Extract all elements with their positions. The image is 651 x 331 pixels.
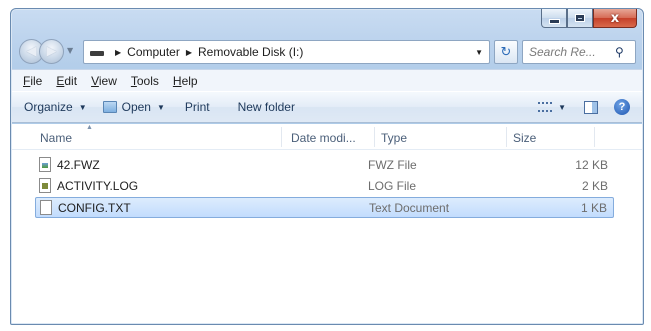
maximize-icon [575,14,585,22]
open-label: Open [121,100,151,114]
file-type: Text Document [369,201,450,215]
close-icon: x [610,10,620,26]
help-icon: ? [614,99,630,115]
refresh-icon: ↻ [500,44,512,60]
search-icon[interactable]: ⚲ [615,45,624,59]
file-list: 42.FWZ FWZ File 12 KB ACTIVITY.LOG LOG F… [12,155,642,218]
address-bar[interactable]: ▶ Computer ▶ Removable Disk (I:) ▼ [83,40,490,64]
open-icon [102,101,117,113]
file-name: 42.FWZ [57,158,100,172]
menu-tools[interactable]: Tools [124,74,166,88]
column-divider[interactable] [506,127,507,147]
column-header-type[interactable]: Type [381,131,407,145]
file-row-42-fwz[interactable]: 42.FWZ FWZ File 12 KB [35,155,614,176]
file-size: 12 KB [575,158,608,172]
column-divider[interactable] [374,127,375,147]
chevron-down-icon: ▼ [156,102,165,112]
preview-pane-icon [584,100,598,114]
column-divider[interactable] [281,127,282,147]
file-row-config-txt[interactable]: CONFIG.TXT Text Document 1 KB [35,197,614,218]
file-name: ACTIVITY.LOG [57,179,139,193]
file-size: 1 KB [580,201,607,215]
recent-pages-dropdown-icon[interactable]: ▼ [67,46,73,55]
forward-arrow-icon: ▶ [46,44,57,59]
column-header-name[interactable]: Name [40,131,72,145]
address-dropdown-icon[interactable]: ▼ [475,48,483,57]
chevron-down-icon: ▼ [558,102,566,112]
column-divider[interactable] [594,127,595,147]
search-box[interactable]: ⚲ [522,40,636,64]
help-button[interactable]: ? [608,95,636,119]
sort-ascending-icon: ▲ [86,124,93,131]
text-file-icon [40,200,52,215]
new-folder-button[interactable]: New folder [230,95,303,119]
views-icon [538,102,553,112]
breadcrumb-separator-icon[interactable]: ▶ [186,48,192,57]
image-file-icon [39,157,51,172]
file-size: 2 KB [581,179,608,193]
minimize-icon [548,18,560,24]
caption-buttons: x [541,9,637,28]
forward-button[interactable]: ▶ [39,39,64,64]
new-folder-label: New folder [237,100,295,114]
breadcrumb-separator-icon[interactable]: ▶ [115,48,121,57]
open-button[interactable]: Open ▼ [95,95,173,119]
minimize-button[interactable] [541,9,567,28]
menu-view[interactable]: View [84,74,124,88]
log-file-icon [39,178,51,193]
maximize-button[interactable] [567,9,593,28]
refresh-button[interactable]: ↻ [494,40,518,64]
file-list-pane[interactable]: Name ▲ Date modi... Type Size 42.FWZ FWZ… [12,124,642,323]
file-type: FWZ File [368,158,417,172]
breadcrumb-computer[interactable]: Computer [126,45,181,59]
search-input[interactable] [529,45,611,59]
explorer-window: x ◀ ▶ ▼ ▶ Computer ▶ Removable Disk (I:)… [10,8,644,325]
command-bar-right: ▼ ? [530,95,636,119]
file-row-activity-log[interactable]: ACTIVITY.LOG LOG File 2 KB [35,176,614,197]
navigation-bar: ◀ ▶ ▼ ▶ Computer ▶ Removable Disk (I:) ▼… [17,37,637,65]
back-arrow-icon: ◀ [26,44,37,59]
column-header-size[interactable]: Size [513,131,536,145]
file-type: LOG File [368,179,417,193]
file-name: CONFIG.TXT [58,201,131,215]
organize-label: Organize [24,100,73,114]
change-view-button[interactable]: ▼ [530,95,574,119]
organize-button[interactable]: Organize ▼ [12,95,95,119]
preview-pane-button[interactable] [574,95,608,119]
column-headers: Name ▲ Date modi... Type Size [12,124,642,150]
command-bar: Organize ▼ Open ▼ Print New folder ▼ ? [12,91,642,123]
close-button[interactable]: x [593,9,637,28]
print-label: Print [184,100,210,114]
menu-help[interactable]: Help [166,74,205,88]
column-header-date-modified[interactable]: Date modi... [291,131,356,145]
menu-bar: File Edit View Tools Help [12,69,642,91]
menu-edit[interactable]: Edit [49,74,84,88]
menu-file[interactable]: File [16,74,49,88]
print-button[interactable]: Print [177,95,218,119]
chevron-down-icon: ▼ [78,102,87,112]
drive-icon [90,51,104,56]
breadcrumb-removable-disk[interactable]: Removable Disk (I:) [197,45,304,59]
